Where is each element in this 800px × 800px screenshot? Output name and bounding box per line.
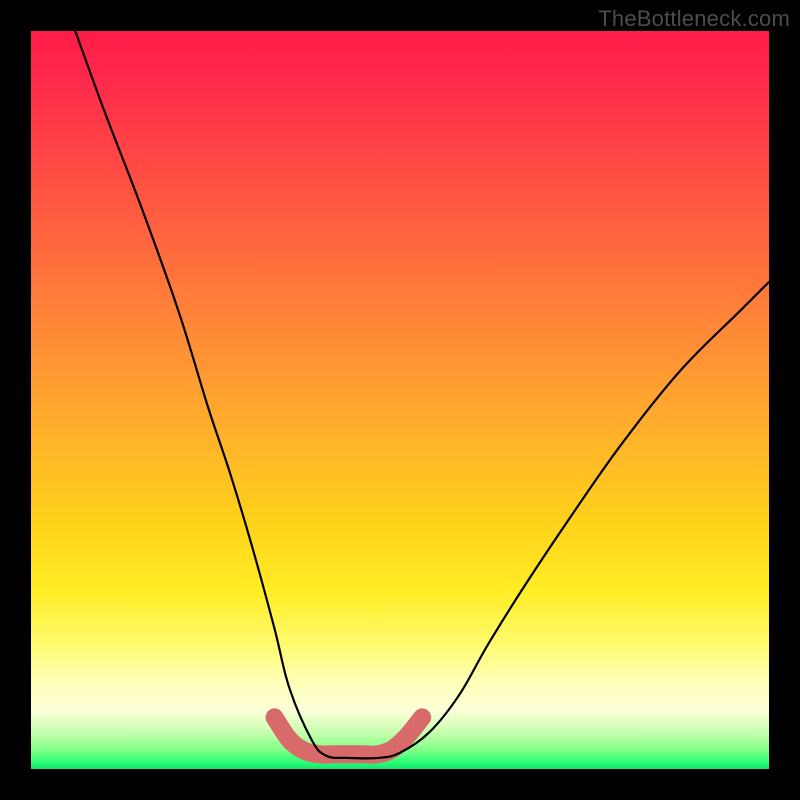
watermark-text: TheBottleneck.com (598, 6, 790, 32)
main-curve (75, 31, 769, 758)
chart-frame: TheBottleneck.com (0, 0, 800, 800)
plot-area (31, 31, 769, 769)
bottom-marker-band (275, 717, 423, 754)
curve-svg (31, 31, 769, 769)
